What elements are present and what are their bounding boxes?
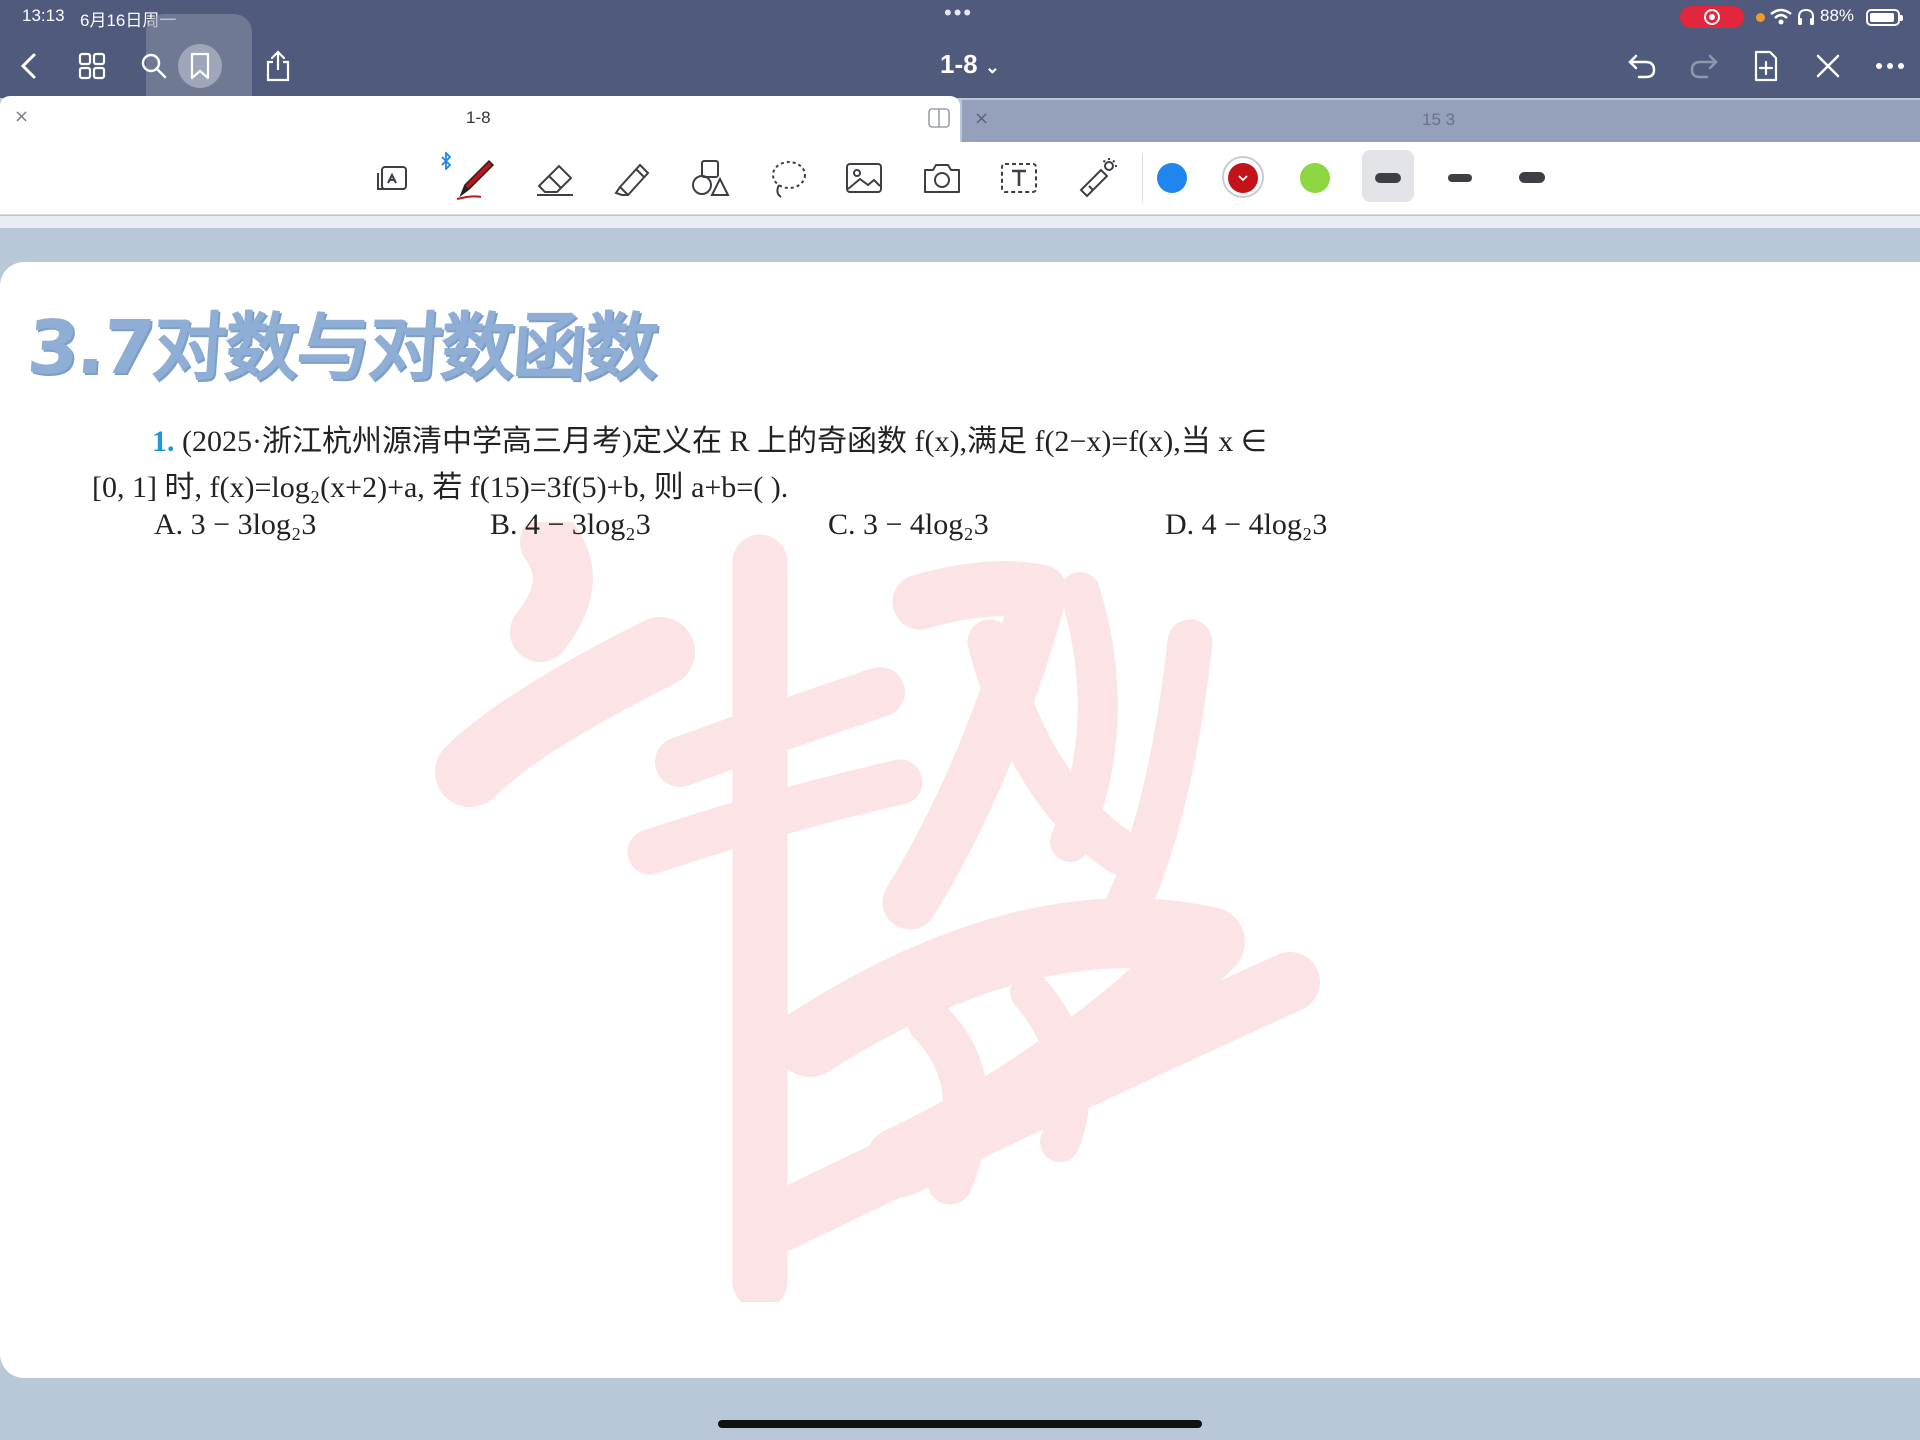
option-label: D. (1165, 508, 1195, 541)
option-label: A. (154, 508, 184, 541)
document-page[interactable]: 3.7对数与对数函数 1. (2025·浙江杭州源清中学高三月考)定义在 R 上… (0, 262, 1920, 1378)
color-swatch-red[interactable] (1228, 163, 1258, 193)
status-time: 13:13 (22, 6, 65, 25)
more-icon[interactable] (1870, 46, 1910, 86)
camera-icon[interactable] (916, 152, 968, 204)
headphone-icon (1798, 8, 1814, 25)
option-b: B. 4 − 3log₂3 (490, 508, 651, 542)
tab-label: 15 3 (1422, 110, 1456, 129)
watermark-calligraphy (435, 522, 1320, 1302)
option-text: 4 − 4log₂3 (1201, 508, 1328, 541)
wifi-icon (1770, 8, 1792, 25)
home-indicator[interactable] (718, 1420, 1202, 1428)
mic-indicator-dot (1756, 13, 1765, 22)
text-box-icon[interactable] (993, 152, 1045, 204)
tab-1-8[interactable]: × 1-8 (0, 96, 960, 142)
shapes-icon[interactable] (684, 152, 736, 204)
redo-icon[interactable] (1684, 46, 1724, 86)
option-text: 3 − 3log₂3 (190, 508, 317, 541)
close-x-icon[interactable] (1808, 46, 1848, 86)
search-icon[interactable] (134, 46, 174, 86)
toolbar-divider (1142, 154, 1143, 202)
lasso-icon[interactable] (762, 152, 814, 204)
option-a: A. 3 − 3log₂3 (154, 508, 316, 542)
question-text-line-2: [0, 1] 时, f(x)=log₂(x+2)+a, 若 f(15)=3f(5… (92, 471, 789, 504)
multitasking-dots[interactable]: ••• (944, 0, 973, 26)
question-number: 1. (152, 425, 175, 458)
section-title: 3.7对数与对数函数 (24, 305, 660, 391)
color-swatch-blue[interactable] (1157, 163, 1187, 193)
back-icon[interactable] (10, 46, 50, 86)
tab-close-icon[interactable]: × (14, 106, 29, 127)
question-text-line-1: (2025·浙江杭州源清中学高三月考)定义在 R 上的奇函数 f(x),满足 f… (182, 425, 1267, 458)
tab-15-3[interactable]: × 15 3 (962, 100, 1920, 142)
share-icon[interactable] (258, 46, 298, 86)
document-title[interactable]: 1-8 ⌄ (940, 49, 1000, 80)
read-mode-icon[interactable] (367, 152, 419, 204)
laser-pointer-icon[interactable] (1071, 152, 1123, 204)
annotation-toolbar (0, 142, 1920, 215)
question-line-1: 1. (2025·浙江杭州源清中学高三月考)定义在 R 上的奇函数 f(x),满… (152, 416, 1267, 460)
highlighter-icon[interactable] (606, 152, 658, 204)
chevron-down-icon (1238, 175, 1248, 182)
option-text: 3 − 4log₂3 (863, 508, 989, 541)
option-label: B. (490, 508, 518, 541)
stroke-width-thin[interactable] (1375, 173, 1401, 183)
previous-page-edge (0, 216, 1920, 228)
chevron-down-icon: ⌄ (984, 57, 1000, 77)
add-page-icon[interactable] (1746, 46, 1786, 86)
color-swatch-green[interactable] (1300, 163, 1330, 193)
stroke-width-thick[interactable] (1519, 172, 1545, 183)
top-bar: 13:13 6月16日周一 ••• 88% 1-8 ⌄ (0, 0, 1920, 120)
grid-icon[interactable] (72, 46, 112, 86)
tab-label: 1-8 (466, 108, 491, 127)
screen-recording-indicator[interactable] (1680, 6, 1744, 28)
stroke-width-medium[interactable] (1448, 174, 1472, 182)
next-page-gap (0, 1378, 1920, 1440)
bookmark-icon[interactable] (178, 44, 222, 88)
option-d: D. 4 − 4log₂3 (1165, 508, 1327, 542)
split-view-icon[interactable] (928, 108, 950, 128)
eraser-icon[interactable] (529, 152, 581, 204)
battery-percent: 88% (1820, 6, 1855, 25)
pen-icon[interactable] (450, 152, 502, 204)
option-text: 4 − 3log₂3 (525, 508, 651, 541)
option-label: C. (828, 508, 856, 541)
battery-icon (1866, 9, 1903, 26)
image-icon[interactable] (838, 152, 890, 204)
option-c: C. 3 − 4log₂3 (828, 508, 989, 542)
undo-icon[interactable] (1622, 46, 1662, 86)
tab-close-icon[interactable]: × (974, 108, 989, 129)
document-title-label: 1-8 (940, 49, 978, 79)
